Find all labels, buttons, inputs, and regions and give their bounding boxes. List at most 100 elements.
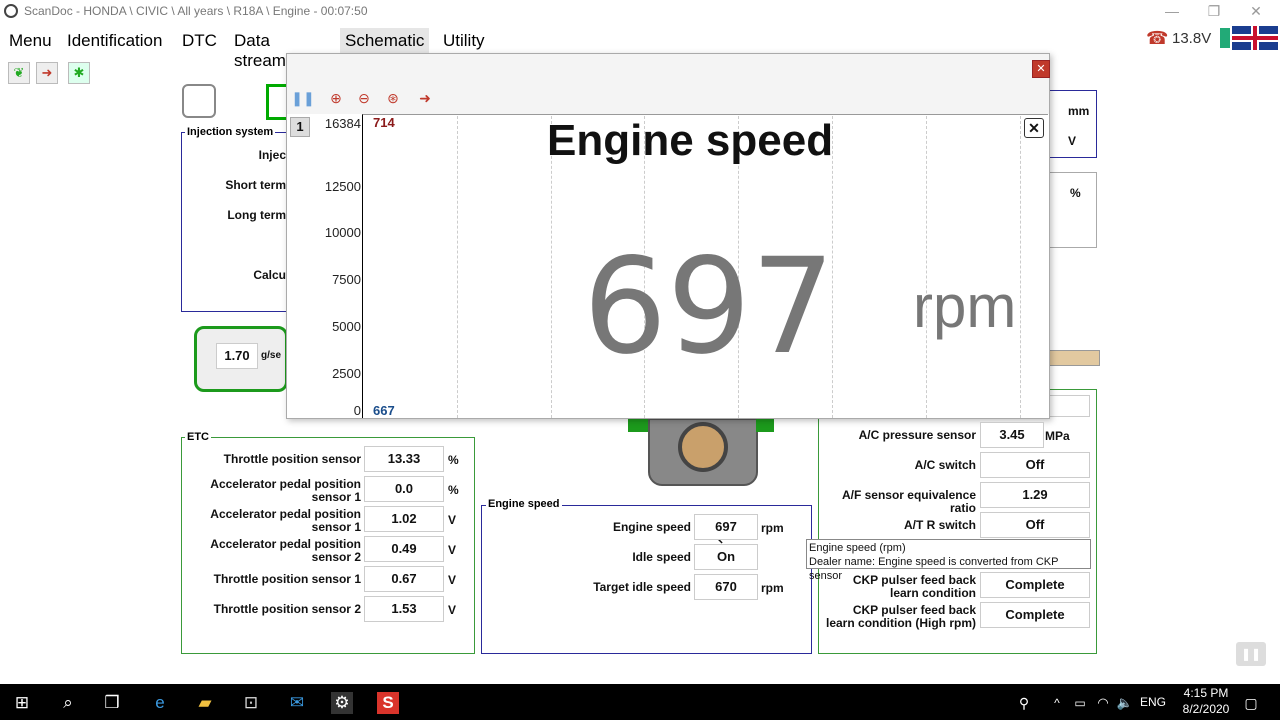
windows-start-icon[interactable]: ⊞: [11, 692, 33, 714]
etc-row-unit: %: [448, 483, 459, 497]
misc-row-label: A/C switch: [914, 458, 976, 472]
etc-row-label: Accelerator pedal position sensor 1: [210, 477, 361, 504]
scandoc-taskbar-icon[interactable]: ⚙: [331, 692, 353, 714]
volume-icon[interactable]: 🔈: [1114, 692, 1136, 714]
etc-row-label: Throttle position sensor 1: [213, 572, 361, 586]
etc-row-unit: V: [448, 573, 457, 587]
y-tick-label: 5000: [332, 319, 361, 334]
min-marker: 667: [373, 403, 395, 418]
misc-row-label: CKP pulser feed back learn condition (Hi…: [826, 603, 976, 630]
menu-item-utility[interactable]: Utility: [438, 28, 490, 54]
etc-row-value: 1.02: [364, 506, 444, 532]
y-tick-label: 0: [353, 403, 361, 418]
notification-icon[interactable]: ▢: [1240, 692, 1262, 714]
minimize-icon[interactable]: —: [1158, 1, 1186, 21]
engine-speed-row-value: 697: [694, 514, 758, 540]
leaf-icon[interactable]: ❦: [8, 62, 30, 84]
etc-row-value: 0.67: [364, 566, 444, 592]
injection-row-label: Injec: [258, 148, 286, 162]
injection-panel-title: Injection system: [185, 126, 276, 138]
engine-speed-row-label: Target idle speed: [593, 580, 691, 594]
uk-flag-icon[interactable]: [1232, 26, 1278, 50]
zoom-in-icon[interactable]: ⊕: [326, 88, 346, 108]
y-tick-label: 2500: [332, 366, 361, 381]
misc-row-label: CKP pulser feed back learn condition: [852, 573, 976, 600]
search-icon[interactable]: ⌕: [57, 692, 79, 714]
tooltip-line1: Engine speed (rpm): [809, 542, 906, 554]
grid-line: [926, 116, 927, 418]
engine-bracket-icon: [628, 418, 648, 432]
menu-item-identification[interactable]: Identification: [62, 28, 167, 54]
menu-item-data-stream[interactable]: Data stream: [229, 28, 291, 74]
engine-icon[interactable]: [182, 84, 216, 118]
taskbar: ⊞ ⌕ ❒ e ▰ ⊡ ✉ ⚙ S ⚲ ^ ▭ ◠ 🔈 ENG 4:15 PM …: [0, 684, 1280, 720]
misc-row-label: A/F sensor equivalence ratio: [841, 488, 976, 515]
popup-close-icon[interactable]: ✕: [1032, 60, 1050, 78]
grid-line: [1020, 116, 1021, 418]
mail-icon[interactable]: ✉: [286, 692, 308, 714]
close-icon[interactable]: ✕: [1242, 1, 1270, 21]
misc-row-value: Complete: [980, 602, 1090, 628]
engine-speed-row-value: On: [694, 544, 758, 570]
phone-icon: ☎: [1146, 28, 1169, 48]
y-tick-label: 12500: [324, 179, 361, 194]
wifi-icon[interactable]: ◠: [1092, 692, 1114, 714]
engine-speed-row-value: 670: [694, 574, 758, 600]
maf-value: 1.70: [216, 343, 258, 369]
edge-browser-icon[interactable]: e: [149, 692, 171, 714]
tray-expand-icon[interactable]: ^: [1046, 692, 1068, 714]
people-icon[interactable]: ⚲: [1013, 692, 1035, 714]
etc-row-label: Accelerator pedal position sensor 1: [210, 507, 361, 534]
restore-icon[interactable]: ❐: [1200, 1, 1228, 21]
fuel-pump-icon: [266, 84, 286, 120]
menu-item-dtc[interactable]: DTC: [177, 28, 222, 54]
grid-line: [457, 116, 458, 418]
bug-icon[interactable]: ✱: [68, 62, 90, 84]
task-view-icon[interactable]: ❒: [101, 692, 123, 714]
etc-row-label: Throttle position sensor 2: [213, 602, 361, 616]
etc-row-value: 0.49: [364, 536, 444, 562]
tan-bar: [1048, 350, 1100, 366]
store-icon[interactable]: ⊡: [240, 692, 262, 714]
pause-overlay-icon[interactable]: ❚❚: [1236, 642, 1266, 666]
engine-image: [648, 418, 758, 486]
etc-row-unit: V: [448, 543, 457, 557]
engine-speed-row-unit: rpm: [761, 581, 784, 595]
y-tick-label: 7500: [332, 272, 361, 287]
misc-row-value: 1.29: [980, 482, 1090, 508]
clock-date[interactable]: 8/2/2020: [1178, 702, 1234, 716]
misc-row-label: A/C pressure sensor: [858, 428, 976, 442]
etc-panel-title: ETC: [185, 431, 211, 443]
battery-icon: [1220, 28, 1230, 48]
pause-icon[interactable]: ❚❚: [291, 88, 314, 108]
misc-row-value: Complete: [980, 572, 1090, 598]
zoom-fit-icon[interactable]: ⊛: [383, 88, 403, 108]
language-indicator[interactable]: ENG: [1140, 695, 1166, 709]
file-explorer-icon[interactable]: ▰: [194, 692, 216, 714]
export-arrow-icon[interactable]: ➜: [415, 88, 435, 108]
network-icon[interactable]: ▭: [1069, 692, 1091, 714]
injection-row-label: Short term: [225, 178, 286, 192]
voltage-readout: 13.8V: [1172, 30, 1212, 47]
chart-close-icon[interactable]: ✕: [1024, 118, 1044, 138]
menu-item-menu[interactable]: Menu: [4, 28, 57, 54]
misc-row-value: Off: [980, 512, 1090, 538]
right-mid-panel: [1048, 172, 1097, 248]
window-title: ScanDoc - HONDA \ CIVIC \ All years \ R1…: [24, 4, 368, 18]
etc-row-value: 13.33: [364, 446, 444, 472]
engine-speed-row-label: Idle speed: [632, 550, 691, 564]
etc-row-value: 0.0: [364, 476, 444, 502]
injection-row-label: Calcu: [253, 268, 286, 282]
chart-title: Engine speed: [547, 116, 834, 165]
engine-bracket-icon: [756, 418, 774, 432]
red-arrow-icon[interactable]: ➜: [36, 62, 58, 84]
clock-time[interactable]: 4:15 PM: [1178, 686, 1234, 700]
zoom-out-icon[interactable]: ⊖: [354, 88, 374, 108]
etc-row-unit: %: [448, 453, 459, 467]
etc-row-value: 1.53: [364, 596, 444, 622]
s-app-taskbar-icon[interactable]: S: [377, 692, 399, 714]
max-marker: 714: [373, 115, 395, 130]
menu-item-schematic[interactable]: Schematic: [340, 28, 430, 54]
unit-v: V: [1068, 134, 1077, 148]
misc-row-value: Off: [980, 452, 1090, 478]
